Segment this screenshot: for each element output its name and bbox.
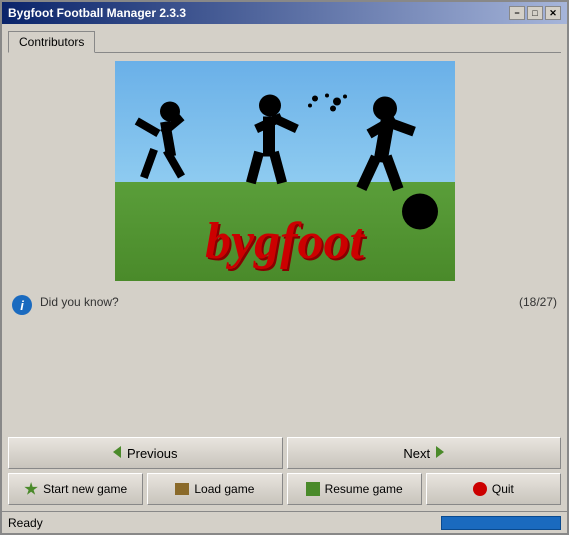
load-game-icon xyxy=(175,483,189,495)
action-buttons: Start new game Load game Resume game Qui… xyxy=(8,473,561,505)
quit-button[interactable]: Quit xyxy=(426,473,561,505)
previous-arrow-icon xyxy=(113,446,121,461)
window-content: Contributors xyxy=(2,24,567,511)
title-bar: Bygfoot Football Manager 2.3.3 − □ ✕ xyxy=(2,2,567,24)
start-new-game-button[interactable]: Start new game xyxy=(8,473,143,505)
main-window: Bygfoot Football Manager 2.3.3 − □ ✕ Con… xyxy=(0,0,569,535)
logo-container: bygfoot xyxy=(8,61,561,281)
info-icon: i xyxy=(12,295,32,315)
previous-label: Previous xyxy=(127,446,178,461)
close-button[interactable]: ✕ xyxy=(545,6,561,20)
did-you-know-text: Did you know? xyxy=(40,295,511,309)
load-game-button[interactable]: Load game xyxy=(147,473,282,505)
previous-button[interactable]: Previous xyxy=(8,437,283,469)
next-label: Next xyxy=(403,446,430,461)
info-counter: (18/27) xyxy=(519,295,557,309)
load-game-label: Load game xyxy=(194,482,254,496)
status-progress-bar xyxy=(441,516,561,530)
next-button[interactable]: Next xyxy=(287,437,562,469)
status-text: Ready xyxy=(8,516,435,530)
next-arrow-icon xyxy=(436,446,444,461)
nav-buttons: Previous Next xyxy=(8,437,561,469)
start-new-game-label: Start new game xyxy=(43,482,127,496)
resume-game-label: Resume game xyxy=(325,482,403,496)
quit-icon xyxy=(473,482,487,496)
tab-bar: Contributors xyxy=(8,30,561,53)
logo-text: bygfoot xyxy=(205,212,364,271)
window-title: Bygfoot Football Manager 2.3.3 xyxy=(8,6,186,20)
resume-game-icon xyxy=(306,482,320,496)
spacer xyxy=(8,353,561,433)
tab-contributors[interactable]: Contributors xyxy=(8,31,95,53)
quit-label: Quit xyxy=(492,482,514,496)
info-bar: i Did you know? (18/27) xyxy=(8,289,561,349)
resume-game-button[interactable]: Resume game xyxy=(287,473,422,505)
title-bar-buttons: − □ ✕ xyxy=(509,6,561,20)
start-new-game-icon xyxy=(24,482,38,496)
maximize-button[interactable]: □ xyxy=(527,6,543,20)
logo-image: bygfoot xyxy=(115,61,455,281)
status-bar: Ready xyxy=(2,511,567,533)
minimize-button[interactable]: − xyxy=(509,6,525,20)
